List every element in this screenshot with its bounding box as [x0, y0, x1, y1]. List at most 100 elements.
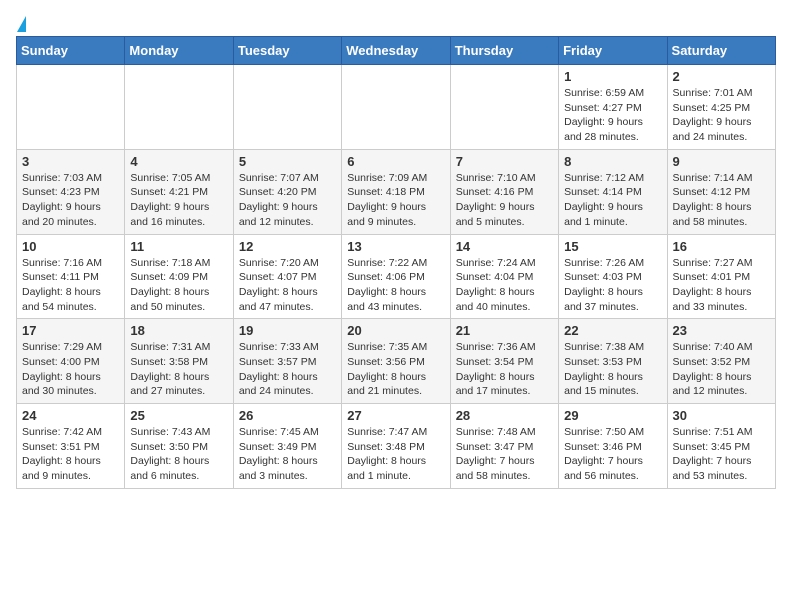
day-number: 2	[673, 69, 770, 84]
calendar-cell: 17 Sunrise: 7:29 AMSunset: 4:00 PMDayligh…	[17, 319, 125, 404]
day-info: Sunrise: 7:22 AMSunset: 4:06 PMDaylight:…	[347, 256, 444, 315]
calendar-cell: 28 Sunrise: 7:48 AMSunset: 3:47 PMDayligh…	[450, 404, 558, 489]
day-number: 5	[239, 154, 336, 169]
day-number: 29	[564, 408, 661, 423]
day-number: 16	[673, 239, 770, 254]
calendar-cell: 30Sunrise: 7:51 AMSunset: 3:45 PMDayligh…	[667, 404, 775, 489]
day-info: Sunrise: 7:26 AMSunset: 4:03 PMDaylight:…	[564, 256, 661, 315]
calendar-cell: 1Sunrise: 6:59 AMSunset: 4:27 PMDaylight…	[559, 65, 667, 150]
weekday-header-monday: Monday	[125, 37, 233, 65]
day-number: 19	[239, 323, 336, 338]
calendar-cell: 24 Sunrise: 7:42 AMSunset: 3:51 PMDayligh…	[17, 404, 125, 489]
day-number: 10	[22, 239, 119, 254]
day-number: 13	[347, 239, 444, 254]
calendar-cell: 5 Sunrise: 7:07 AMSunset: 4:20 PMDaylight…	[233, 149, 341, 234]
day-number: 17	[22, 323, 119, 338]
day-number: 14	[456, 239, 553, 254]
day-number: 27	[347, 408, 444, 423]
calendar-cell: 14 Sunrise: 7:24 AMSunset: 4:04 PMDayligh…	[450, 234, 558, 319]
day-info: Sunrise: 7:43 AMSunset: 3:50 PMDaylight:…	[130, 425, 227, 484]
week-row-2: 3Sunrise: 7:03 AMSunset: 4:23 PMDaylight…	[17, 149, 776, 234]
week-row-1: 1Sunrise: 6:59 AMSunset: 4:27 PMDaylight…	[17, 65, 776, 150]
logo	[16, 16, 26, 28]
day-info: Sunrise: 7:24 AMSunset: 4:04 PMDaylight:…	[456, 256, 553, 315]
day-number: 23	[673, 323, 770, 338]
calendar-cell: 10Sunrise: 7:16 AMSunset: 4:11 PMDayligh…	[17, 234, 125, 319]
calendar-cell: 7 Sunrise: 7:10 AMSunset: 4:16 PMDaylight…	[450, 149, 558, 234]
day-info: Sunrise: 7:35 AMSunset: 3:56 PMDaylight:…	[347, 340, 444, 399]
calendar-cell	[450, 65, 558, 150]
day-info: Sunrise: 7:40 AMSunset: 3:52 PMDaylight:…	[673, 340, 770, 399]
day-info: Sunrise: 7:33 AMSunset: 3:57 PMDaylight:…	[239, 340, 336, 399]
calendar-cell: 29Sunrise: 7:50 AMSunset: 3:46 PMDayligh…	[559, 404, 667, 489]
calendar-cell: 2 Sunrise: 7:01 AMSunset: 4:25 PMDaylight…	[667, 65, 775, 150]
weekday-header-row: SundayMondayTuesdayWednesdayThursdayFrid…	[17, 37, 776, 65]
day-info: Sunrise: 7:05 AMSunset: 4:21 PMDaylight:…	[130, 171, 227, 230]
day-info: Sunrise: 7:07 AMSunset: 4:20 PMDaylight:…	[239, 171, 336, 230]
calendar-cell: 18 Sunrise: 7:31 AMSunset: 3:58 PMDayligh…	[125, 319, 233, 404]
calendar-cell: 15 Sunrise: 7:26 AMSunset: 4:03 PMDayligh…	[559, 234, 667, 319]
weekday-header-sunday: Sunday	[17, 37, 125, 65]
day-number: 7	[456, 154, 553, 169]
calendar-cell: 8 Sunrise: 7:12 AMSunset: 4:14 PMDaylight…	[559, 149, 667, 234]
calendar-cell	[233, 65, 341, 150]
calendar-cell: 22 Sunrise: 7:38 AMSunset: 3:53 PMDayligh…	[559, 319, 667, 404]
day-info: Sunrise: 7:10 AMSunset: 4:16 PMDaylight:…	[456, 171, 553, 230]
weekday-header-saturday: Saturday	[667, 37, 775, 65]
day-info: Sunrise: 6:59 AMSunset: 4:27 PMDaylight:…	[564, 86, 661, 145]
day-number: 21	[456, 323, 553, 338]
day-number: 18	[130, 323, 227, 338]
day-info: Sunrise: 7:38 AMSunset: 3:53 PMDaylight:…	[564, 340, 661, 399]
day-info: Sunrise: 7:18 AMSunset: 4:09 PMDaylight:…	[130, 256, 227, 315]
day-info: Sunrise: 7:14 AMSunset: 4:12 PMDaylight:…	[673, 171, 770, 230]
day-number: 28	[456, 408, 553, 423]
day-number: 11	[130, 239, 227, 254]
calendar-cell: 4 Sunrise: 7:05 AMSunset: 4:21 PMDaylight…	[125, 149, 233, 234]
day-info: Sunrise: 7:42 AMSunset: 3:51 PMDaylight:…	[22, 425, 119, 484]
weekday-header-thursday: Thursday	[450, 37, 558, 65]
calendar-cell: 6 Sunrise: 7:09 AMSunset: 4:18 PMDaylight…	[342, 149, 450, 234]
weekday-header-wednesday: Wednesday	[342, 37, 450, 65]
day-number: 9	[673, 154, 770, 169]
calendar-cell: 12Sunrise: 7:20 AMSunset: 4:07 PMDayligh…	[233, 234, 341, 319]
day-info: Sunrise: 7:27 AMSunset: 4:01 PMDaylight:…	[673, 256, 770, 315]
day-info: Sunrise: 7:51 AMSunset: 3:45 PMDaylight:…	[673, 425, 770, 484]
day-info: Sunrise: 7:36 AMSunset: 3:54 PMDaylight:…	[456, 340, 553, 399]
calendar-cell: 3Sunrise: 7:03 AMSunset: 4:23 PMDaylight…	[17, 149, 125, 234]
day-number: 26	[239, 408, 336, 423]
day-number: 6	[347, 154, 444, 169]
calendar-cell	[125, 65, 233, 150]
calendar: SundayMondayTuesdayWednesdayThursdayFrid…	[16, 36, 776, 489]
day-info: Sunrise: 7:47 AMSunset: 3:48 PMDaylight:…	[347, 425, 444, 484]
weekday-header-friday: Friday	[559, 37, 667, 65]
week-row-4: 17 Sunrise: 7:29 AMSunset: 4:00 PMDayligh…	[17, 319, 776, 404]
day-info: Sunrise: 7:45 AMSunset: 3:49 PMDaylight:…	[239, 425, 336, 484]
day-info: Sunrise: 7:12 AMSunset: 4:14 PMDaylight:…	[564, 171, 661, 230]
calendar-cell: 19 Sunrise: 7:33 AMSunset: 3:57 PMDayligh…	[233, 319, 341, 404]
day-number: 4	[130, 154, 227, 169]
day-number: 22	[564, 323, 661, 338]
calendar-cell	[342, 65, 450, 150]
calendar-cell: 21 Sunrise: 7:36 AMSunset: 3:54 PMDayligh…	[450, 319, 558, 404]
day-info: Sunrise: 7:29 AMSunset: 4:00 PMDaylight:…	[22, 340, 119, 399]
day-number: 8	[564, 154, 661, 169]
day-number: 25	[130, 408, 227, 423]
day-number: 15	[564, 239, 661, 254]
day-info: Sunrise: 7:48 AMSunset: 3:47 PMDaylight:…	[456, 425, 553, 484]
day-number: 20	[347, 323, 444, 338]
day-info: Sunrise: 7:09 AMSunset: 4:18 PMDaylight:…	[347, 171, 444, 230]
day-number: 24	[22, 408, 119, 423]
calendar-cell: 27 Sunrise: 7:47 AMSunset: 3:48 PMDayligh…	[342, 404, 450, 489]
calendar-cell: 16 Sunrise: 7:27 AMSunset: 4:01 PMDayligh…	[667, 234, 775, 319]
calendar-cell	[17, 65, 125, 150]
calendar-cell: 25 Sunrise: 7:43 AMSunset: 3:50 PMDayligh…	[125, 404, 233, 489]
day-number: 12	[239, 239, 336, 254]
calendar-cell: 11 Sunrise: 7:18 AMSunset: 4:09 PMDayligh…	[125, 234, 233, 319]
day-info: Sunrise: 7:31 AMSunset: 3:58 PMDaylight:…	[130, 340, 227, 399]
calendar-cell: 9 Sunrise: 7:14 AMSunset: 4:12 PMDaylight…	[667, 149, 775, 234]
day-info: Sunrise: 7:03 AMSunset: 4:23 PMDaylight:…	[22, 171, 119, 230]
calendar-cell: 23 Sunrise: 7:40 AMSunset: 3:52 PMDayligh…	[667, 319, 775, 404]
logo-triangle-icon	[17, 16, 26, 32]
week-row-5: 24 Sunrise: 7:42 AMSunset: 3:51 PMDayligh…	[17, 404, 776, 489]
day-info: Sunrise: 7:01 AMSunset: 4:25 PMDaylight:…	[673, 86, 770, 145]
